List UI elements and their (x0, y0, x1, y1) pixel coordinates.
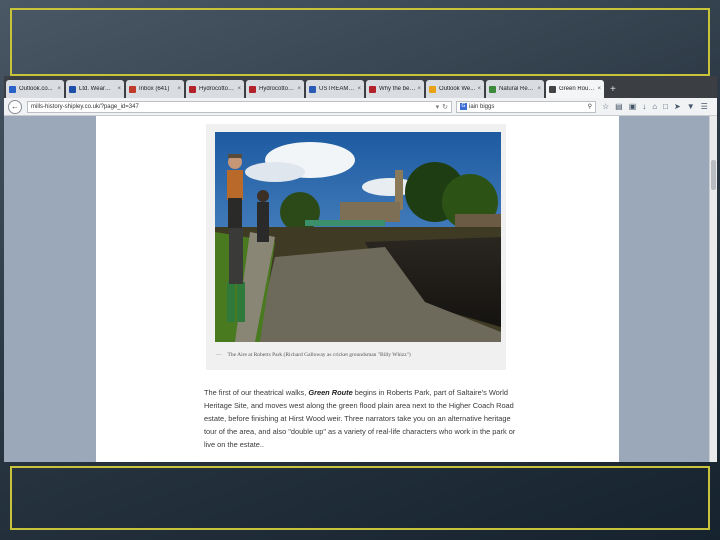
article-figure: — The Aire at Roberts Park (Richard Gallo… (206, 124, 506, 370)
browser-tab[interactable]: Outlook.co... × (6, 80, 64, 98)
article-column: — The Aire at Roberts Park (Richard Gallo… (96, 116, 619, 462)
tab-favicon-icon (549, 85, 556, 93)
tab-close-icon[interactable]: × (297, 86, 301, 92)
menu-icon[interactable]: ☰ (701, 102, 708, 111)
tab-close-icon[interactable]: × (57, 86, 61, 92)
tab-label: Natural Rese... (499, 86, 536, 92)
browser-tab[interactable]: Hydrocotton... × (186, 80, 244, 98)
vertical-scrollbar[interactable] (709, 116, 717, 462)
tab-label: Why the bea... (379, 86, 416, 92)
url-text: mills-history-shipley.co.uk/?page_id=347 (31, 103, 139, 110)
browser-screenshot: Outlook.co... × Ltd. Wearma... × Inbox (641)… (4, 76, 717, 462)
tab-close-icon[interactable]: × (237, 86, 241, 92)
tab-close-icon[interactable]: × (117, 86, 121, 92)
tab-label: Green Route |... (559, 86, 595, 92)
tab-label: Inbox (641) (139, 86, 170, 92)
caption-text: The Aire at Roberts Park (Richard Gallow… (227, 352, 411, 358)
browser-tab[interactable]: Hydrocotton... × (246, 80, 304, 98)
article-text-after: begins in Roberts Park, part of Saltaire… (204, 388, 516, 449)
url-bar[interactable]: mills-history-shipley.co.uk/?page_id=347… (27, 100, 452, 113)
caption-dash: — (216, 352, 222, 358)
lock-icon[interactable]: ▣ (629, 102, 637, 111)
tab-favicon-icon (129, 85, 136, 93)
browser-tab[interactable]: Outlook We... × (426, 80, 484, 98)
figure-caption: — The Aire at Roberts Park (Richard Gallo… (216, 352, 501, 358)
search-bar[interactable]: G iain biggs ⚲ (456, 100, 596, 113)
home-icon[interactable]: ⌂ (652, 102, 657, 111)
browser-tab[interactable]: Green Route |...× (546, 80, 604, 98)
browser-tab[interactable]: Ltd. Wearma... × (66, 80, 124, 98)
search-engine-icon: G (460, 103, 467, 110)
addon-icon[interactable]: ▼ (687, 102, 695, 111)
article-paragraph: The first of our theatrical walks, Green… (204, 386, 516, 451)
decorative-frame-top (10, 8, 710, 76)
tab-close-icon[interactable]: × (597, 86, 601, 92)
tab-label: Hydrocotton... (259, 86, 296, 92)
tab-favicon-icon (369, 85, 376, 93)
browser-tab[interactable]: Why the bea... × (366, 80, 424, 98)
chat-icon[interactable]: □ (663, 102, 668, 111)
share-icon[interactable]: ➤ (674, 102, 681, 111)
navigation-bar: ← mills-history-shipley.co.uk/?page_id=3… (4, 98, 717, 116)
new-tab-button[interactable]: + (610, 80, 616, 98)
search-query: iain biggs (469, 103, 495, 110)
page-viewport: — The Aire at Roberts Park (Richard Gallo… (4, 116, 717, 462)
bookmark-star-icon[interactable]: ☆ (602, 102, 609, 111)
reading-list-icon[interactable]: ▤ (615, 102, 623, 111)
tab-label: USTREAM: ... (319, 86, 356, 92)
tab-close-icon[interactable]: × (417, 86, 421, 92)
download-icon[interactable]: ↓ (642, 102, 646, 111)
tab-close-icon[interactable]: × (537, 86, 541, 92)
browser-tab[interactable]: USTREAM: ... × (306, 80, 364, 98)
tab-favicon-icon (309, 85, 316, 93)
tab-close-icon[interactable]: × (177, 86, 181, 92)
river-photo (215, 132, 501, 342)
tab-favicon-icon (69, 85, 76, 93)
scrollbar-thumb[interactable] (711, 160, 716, 190)
tab-favicon-icon (489, 85, 496, 93)
tab-close-icon[interactable]: × (357, 86, 361, 92)
browser-tab[interactable]: Inbox (641) × (126, 80, 184, 98)
tab-label: Outlook We... (439, 86, 476, 92)
tab-favicon-icon (9, 85, 16, 93)
back-arrow-icon[interactable]: ← (8, 99, 22, 114)
browser-tab[interactable]: Natural Rese... × (486, 80, 544, 98)
refresh-icon[interactable]: ↻ (442, 103, 448, 111)
search-icon[interactable]: ⚲ (588, 103, 592, 110)
tab-close-icon[interactable]: × (477, 86, 481, 92)
tab-label: Outlook.co... (19, 86, 53, 92)
tab-favicon-icon (249, 85, 256, 93)
article-title: Green Route (308, 388, 353, 397)
decorative-frame-bottom (10, 466, 710, 530)
tab-label: Ltd. Wearma... (79, 86, 116, 92)
tab-favicon-icon (189, 85, 196, 93)
tab-strip: Outlook.co... × Ltd. Wearma... × Inbox (641)… (4, 76, 717, 98)
tab-favicon-icon (429, 85, 436, 93)
dropdown-icon[interactable]: ▾ (436, 103, 440, 111)
article-text-before: The first of our theatrical walks, (204, 388, 309, 397)
tab-label: Hydrocotton... (199, 86, 236, 92)
